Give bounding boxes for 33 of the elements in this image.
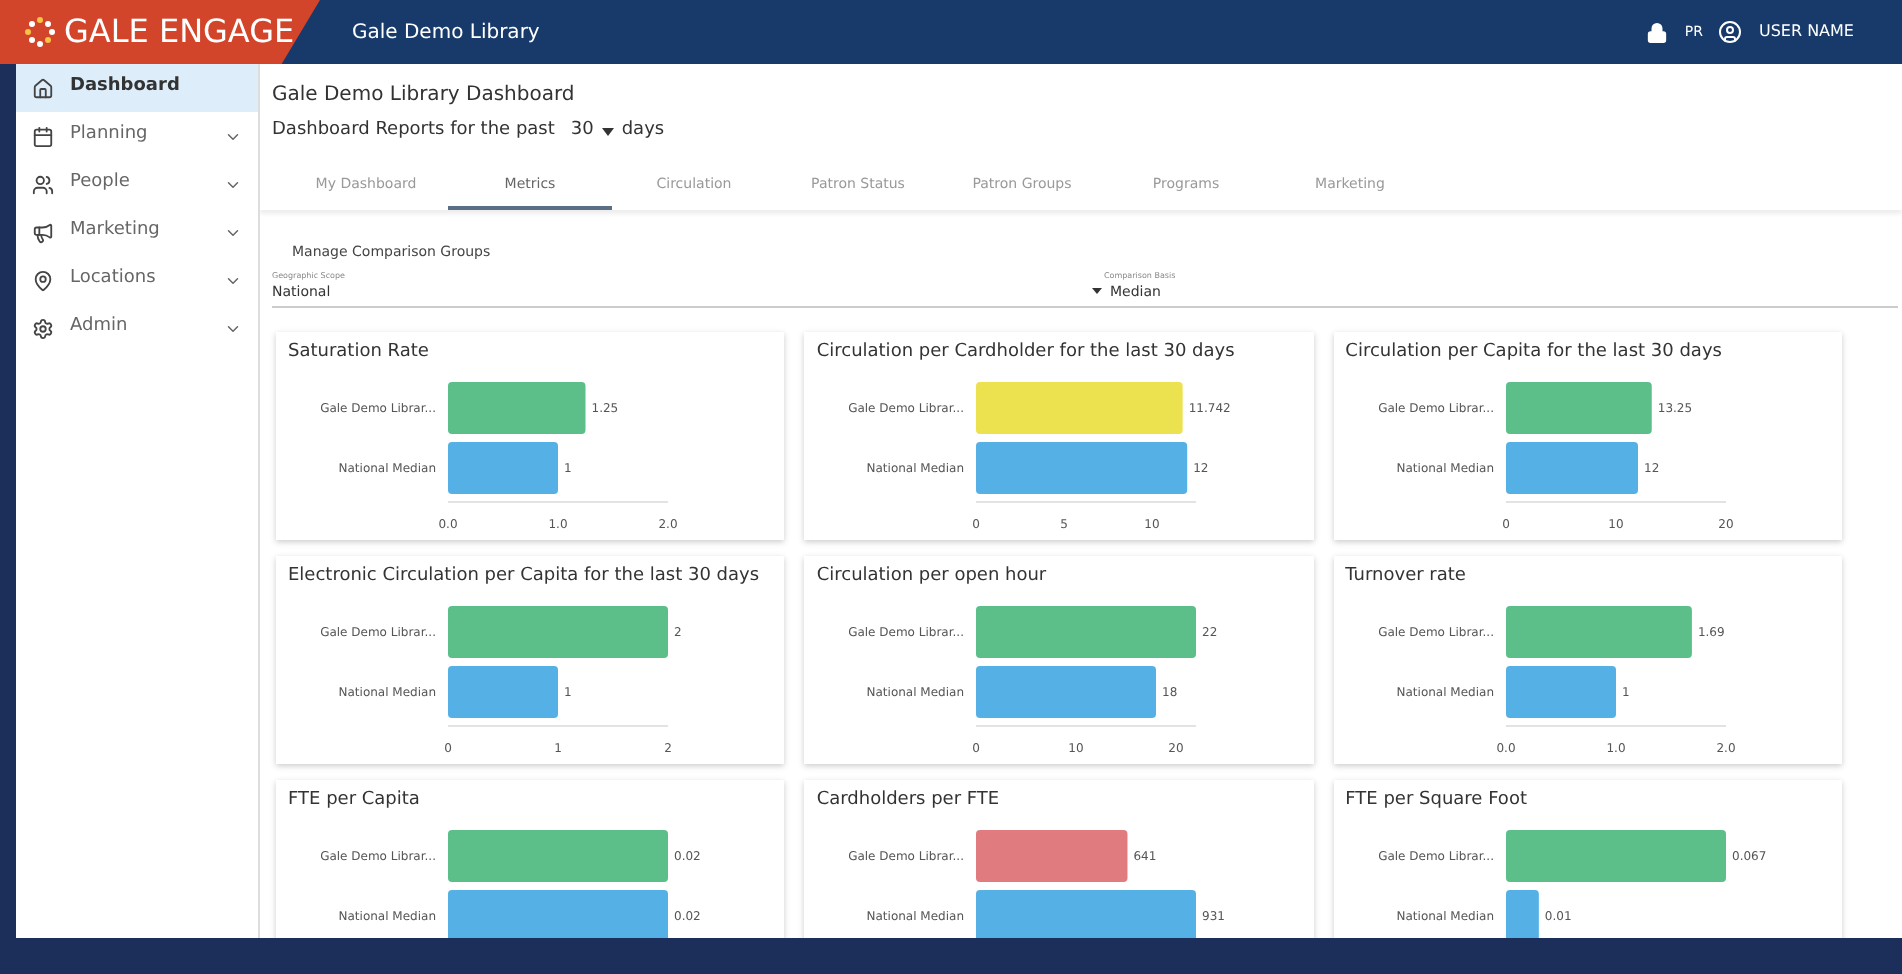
dots-logo-icon: [24, 16, 56, 48]
chart-title: Circulation per open hour: [816, 564, 1047, 590]
people-icon: [32, 173, 54, 195]
house-icon: [32, 77, 54, 99]
sidebar-item[interactable]: Admin: [16, 304, 258, 352]
page-title: Gale Demo Library Dashboard: [272, 82, 577, 110]
sidebar-item[interactable]: Marketing: [16, 208, 258, 256]
sidebar-item[interactable]: Planning: [16, 112, 258, 160]
megaphone-icon: [32, 221, 54, 243]
gear-icon: [32, 317, 54, 339]
sidebar-item[interactable]: Dashboard: [16, 64, 258, 112]
chart-title: Cardholders per FTE: [816, 788, 1000, 814]
chart-title: Circulation per Cardholder for the last 30 days: [816, 340, 1235, 366]
period-unit: days: [621, 118, 665, 144]
chart-title: Electronic Circulation per Capita for the last 30 days: [288, 564, 760, 590]
chart-title: Turnover rate: [1345, 564, 1466, 590]
calendar-icon: [32, 125, 54, 147]
map-pin-icon: [32, 269, 54, 291]
chart-title: FTE per Square Foot: [1345, 788, 1527, 814]
user-icon[interactable]: [1718, 20, 1743, 44]
logo-text: GALE ENGAGE: [64, 10, 295, 54]
chart-title: Circulation per Capita for the last 30 days: [1345, 340, 1722, 366]
chart-title: Saturation Rate: [288, 340, 429, 366]
library-name: Gale Demo Library: [352, 19, 540, 47]
sidebar-item[interactable]: Locations: [16, 256, 258, 304]
period-dropdown[interactable]: 30: [570, 118, 594, 145]
chart-title: FTE per Capita: [288, 788, 420, 814]
caret-icon: [601, 127, 614, 136]
period-text: Dashboard Reports for the past: [272, 118, 555, 144]
lock-icon[interactable]: [1646, 21, 1669, 43]
user-name[interactable]: USER NAME: [1758, 20, 1854, 44]
caret-icon: [1092, 288, 1102, 295]
sidebar-item[interactable]: People: [16, 160, 258, 208]
